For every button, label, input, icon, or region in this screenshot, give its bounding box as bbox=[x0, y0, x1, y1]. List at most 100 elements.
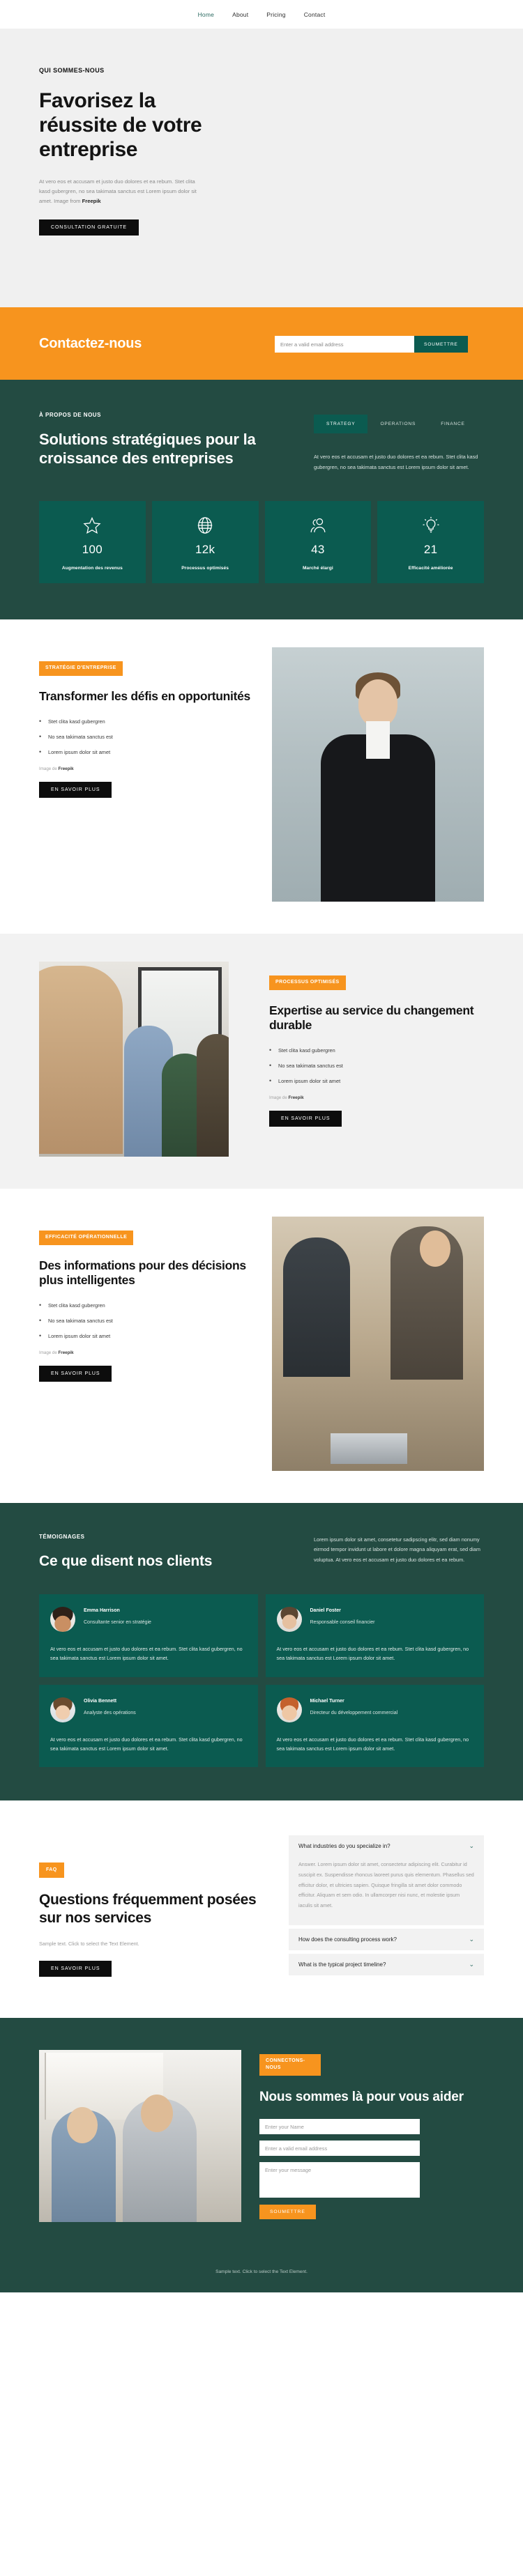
list-item: Stet clita kasd gubergren bbox=[39, 1302, 272, 1309]
testimonials-eyebrow: TÉMOIGNAGES bbox=[39, 1533, 85, 1540]
testimonial-quote: At vero eos et accusam et justo duo dolo… bbox=[50, 1645, 243, 1662]
feature-bullet-list: Stet clita kasd gubergren No sea takimat… bbox=[269, 1047, 484, 1084]
contact-submit-button[interactable]: SOUMETTRE bbox=[259, 2205, 316, 2220]
stat-label: Marché élargi bbox=[302, 565, 333, 571]
image-credit: Image de Freepik bbox=[39, 1350, 272, 1355]
hero-paragraph-text: At vero eos et accusam et justo duo dolo… bbox=[39, 178, 197, 205]
testimonials-intro-block: Lorem ipsum dolor sit amet, consetetur s… bbox=[269, 1534, 484, 1571]
about-top: À PROPOS DE NOUS Solutions stratégiques … bbox=[39, 412, 484, 473]
about-title: Solutions stratégiques pour la croissanc… bbox=[39, 431, 256, 467]
accordion-header[interactable]: What is the typical project timeline? ⌄ bbox=[289, 1954, 484, 1975]
newsletter-email-input[interactable] bbox=[275, 336, 414, 353]
testimonial-person: Michael Turner Directeur du développemen… bbox=[310, 1697, 398, 1722]
testimonial-name: Daniel Foster bbox=[310, 1607, 341, 1613]
image-credit: Image de Freepik bbox=[39, 766, 272, 771]
newsletter-section: Contactez-nous SOUMETTRE bbox=[0, 307, 523, 380]
list-item: Stet clita kasd gubergren bbox=[269, 1047, 484, 1054]
stat-value: 100 bbox=[82, 542, 103, 556]
learn-more-button[interactable]: EN SAVOIR PLUS bbox=[269, 1111, 342, 1127]
contact-image-desk bbox=[39, 2049, 241, 2222]
feature-content: STRATÉGIE D'ENTREPRISE Transformer les d… bbox=[39, 647, 272, 902]
footer-text: Sample text. Click to select the Text El… bbox=[215, 2269, 308, 2274]
hero-eyebrow: QUI SOMMES-NOUS bbox=[39, 67, 105, 74]
nav-item-home[interactable]: Home bbox=[198, 11, 214, 18]
avatar bbox=[50, 1606, 75, 1632]
star-icon bbox=[43, 516, 142, 535]
page-title: Favorisez la réussite de votre entrepris… bbox=[39, 89, 202, 161]
accordion-header[interactable]: What industries do you specialize in? ⌄ bbox=[289, 1835, 484, 1857]
testimonial-card: Daniel Foster Responsable conseil financ… bbox=[265, 1594, 484, 1677]
hero-section: QUI SOMMES-NOUS Favorisez la réussite de… bbox=[0, 29, 523, 307]
page-root: Home About Pricing Contact QUI SOMMES-NO… bbox=[0, 0, 523, 2292]
lightbulb-icon bbox=[381, 516, 480, 535]
list-item: Lorem ipsum dolor sit amet bbox=[269, 1077, 484, 1084]
nav-item-about[interactable]: About bbox=[232, 11, 248, 18]
credit-prefix: Image de bbox=[269, 1095, 289, 1101]
about-tabs: STRATEGY OPERATIONS FINANCE bbox=[314, 415, 484, 433]
avatar bbox=[50, 1697, 75, 1722]
chevron-down-icon[interactable]: ⌄ bbox=[469, 1936, 474, 1943]
stat-value: 12k bbox=[195, 542, 215, 556]
newsletter-title: Contactez-nous bbox=[39, 335, 142, 351]
testimonial-header: Olivia Bennett Analyste des opérations bbox=[50, 1697, 247, 1722]
credit-prefix: Image de bbox=[39, 1350, 59, 1356]
testimonials-section: TÉMOIGNAGES Ce que disent nos clients Lo… bbox=[0, 1502, 523, 1801]
contact-message-textarea[interactable] bbox=[259, 2162, 420, 2198]
contact-form-block: CONNECTONS-NOUS Nous sommes là pour vous… bbox=[241, 2050, 484, 2222]
chevron-down-icon[interactable]: ⌄ bbox=[469, 1843, 474, 1849]
feature-image-laptop-meeting bbox=[272, 1216, 484, 1471]
feature-title: Des informations pour des décisions plus… bbox=[39, 1258, 246, 1288]
list-item: Lorem ipsum dolor sit amet bbox=[39, 1332, 272, 1339]
feature-bullet-list: Stet clita kasd gubergren No sea takimat… bbox=[39, 1302, 272, 1339]
stat-card: 12k Processus optimisés bbox=[151, 500, 259, 583]
about-detail-block: STRATEGY OPERATIONS FINANCE At vero eos … bbox=[269, 412, 484, 473]
hero-credit-link[interactable]: Freepik bbox=[82, 198, 101, 204]
learn-more-button[interactable]: EN SAVOIR PLUS bbox=[39, 782, 112, 799]
contact-title: Nous sommes là pour vous aider bbox=[259, 2090, 464, 2105]
nav-item-pricing[interactable]: Pricing bbox=[266, 11, 285, 18]
list-item: No sea takimata sanctus est bbox=[269, 1062, 484, 1069]
image-credit: Image de Freepik bbox=[269, 1095, 484, 1100]
contact-name-input[interactable] bbox=[259, 2119, 420, 2135]
testimonial-role: Responsable conseil financier bbox=[310, 1620, 375, 1626]
faq-learn-more-button[interactable]: EN SAVOIR PLUS bbox=[39, 1961, 112, 1977]
credit-source-link[interactable]: Freepik bbox=[59, 1350, 74, 1355]
feature-badge: PROCESSUS OPTIMISÉS bbox=[269, 975, 346, 990]
feature-image-wrap bbox=[272, 1216, 484, 1471]
tab-operations[interactable]: OPERATIONS bbox=[367, 415, 428, 433]
chevron-down-icon[interactable]: ⌄ bbox=[469, 1961, 474, 1968]
contact-image-wrap bbox=[39, 2049, 241, 2222]
testimonials-heading-block: TÉMOIGNAGES Ce que disent nos clients bbox=[39, 1534, 269, 1571]
accordion-header[interactable]: How does the consulting process work? ⌄ bbox=[289, 1929, 484, 1950]
footer: Sample text. Click to select the Text El… bbox=[0, 2256, 523, 2292]
newsletter-submit-button[interactable]: SOUMETTRE bbox=[414, 336, 468, 353]
accordion-item: What industries do you specialize in? ⌄ … bbox=[289, 1835, 484, 1925]
faq-heading-block: FAQ Questions fréquemment posées sur nos… bbox=[39, 1835, 272, 1979]
nav-item-contact[interactable]: Contact bbox=[304, 11, 326, 18]
testimonial-person: Daniel Foster Responsable conseil financ… bbox=[310, 1607, 375, 1632]
testimonial-role: Consultante senior en stratégie bbox=[84, 1620, 151, 1626]
learn-more-button[interactable]: EN SAVOIR PLUS bbox=[39, 1366, 112, 1382]
credit-source-link[interactable]: Freepik bbox=[289, 1095, 304, 1100]
stat-card: 100 Augmentation des revenus bbox=[39, 500, 146, 583]
list-item: No sea takimata sanctus est bbox=[39, 1317, 272, 1324]
about-section: À PROPOS DE NOUS Solutions stratégiques … bbox=[0, 380, 523, 619]
stat-value: 43 bbox=[311, 542, 325, 556]
faq-badge: FAQ bbox=[39, 1862, 64, 1879]
testimonial-card: Emma Harrison Consultante senior en stra… bbox=[39, 1594, 258, 1677]
testimonial-name: Emma Harrison bbox=[84, 1607, 120, 1613]
feature-image-wrap bbox=[272, 647, 484, 902]
accordion-question: How does the consulting process work? bbox=[298, 1936, 397, 1943]
free-consultation-button[interactable]: CONSULTATION GRATUITE bbox=[39, 219, 139, 236]
testimonial-name: Olivia Bennett bbox=[84, 1698, 117, 1704]
contact-email-input[interactable] bbox=[259, 2141, 420, 2157]
credit-source-link[interactable]: Freepik bbox=[59, 766, 74, 771]
tab-strategy[interactable]: STRATEGY bbox=[314, 415, 368, 433]
faq-section: FAQ Questions fréquemment posées sur nos… bbox=[0, 1800, 523, 2018]
list-item: Stet clita kasd gubergren bbox=[39, 718, 272, 725]
feature-content: EFFICACITÉ OPÉRATIONNELLE Des informatio… bbox=[39, 1217, 272, 1471]
newsletter-form: SOUMETTRE bbox=[275, 336, 468, 353]
tab-finance[interactable]: FINANCE bbox=[428, 415, 478, 433]
testimonial-quote: At vero eos et accusam et justo duo dolo… bbox=[276, 1645, 469, 1662]
about-paragraph: At vero eos et accusam et justo duo dolo… bbox=[314, 454, 478, 470]
